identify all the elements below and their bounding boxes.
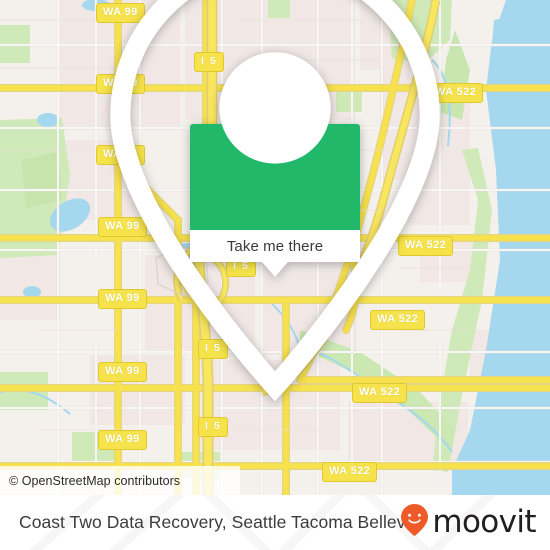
moovit-wordmark: moovit [432,504,536,540]
location-popup[interactable]: Take me there [110,0,440,401]
moovit-smiley-pin-icon [400,503,429,542]
shield-wa522[interactable]: WA 522 [322,462,378,482]
osm-attribution-text: © OpenStreetMap contributors [9,473,181,488]
moovit-logo[interactable]: moovit [400,495,537,550]
shield-wa99[interactable]: WA 99 [98,430,147,450]
osm-attribution[interactable]: © OpenStreetMap contributors [0,466,240,495]
map-canvas[interactable]: WA 99 I 5 WA 522 WA 99 WA 99 WA 99 I 5 W… [0,0,550,495]
popup-pointer-tail [262,262,288,277]
map-pin-icon [0,0,550,425]
map-card-root: WA 99 I 5 WA 522 WA 99 WA 99 WA 99 I 5 W… [0,0,550,550]
footer-bar: Coast Two Data Recovery, Seattle Tacoma … [0,495,550,550]
take-me-there-label: Take me there [226,237,324,255]
page-title: Coast Two Data Recovery, Seattle Tacoma … [19,512,426,532]
popup-header [110,0,440,401]
